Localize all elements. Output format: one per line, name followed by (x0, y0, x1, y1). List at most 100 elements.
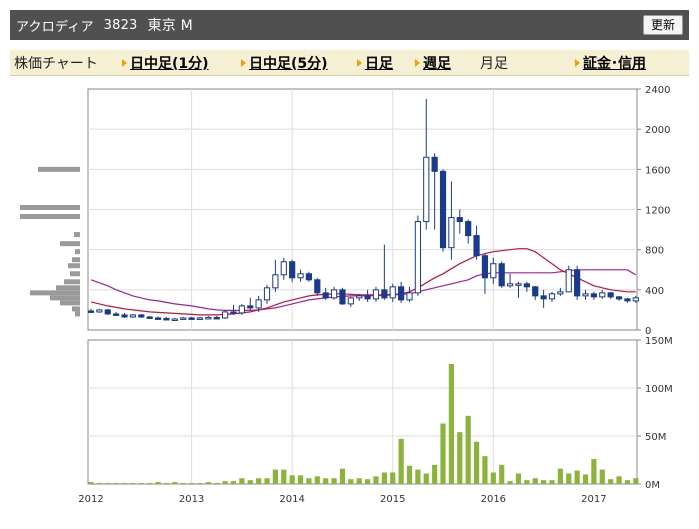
volume-bar (390, 472, 396, 484)
candle-body (532, 286, 539, 297)
volume-bar (432, 464, 438, 484)
candle-body (222, 311, 229, 319)
link-intraday-5min[interactable]: 日中足(5分) (249, 53, 328, 73)
candle-body (414, 221, 421, 294)
price-profile-bar (20, 204, 80, 210)
candle-body (347, 297, 354, 305)
volume-bar (415, 469, 421, 484)
volume-bar (557, 468, 563, 484)
link-margin-credit[interactable]: 証金･信用 (583, 53, 646, 73)
link-weekly[interactable]: 週足 (423, 53, 451, 73)
arrow-icon (415, 59, 420, 67)
candle-body (121, 314, 128, 318)
candle-body (372, 289, 380, 300)
volume-bar (348, 479, 354, 484)
volume-bar (440, 423, 446, 484)
volume-pane-frame (87, 339, 638, 485)
candle-body (473, 235, 480, 257)
candle-body (146, 316, 153, 319)
x-tick-label: 2017 (581, 494, 606, 505)
candle-body (180, 317, 187, 320)
link-daily[interactable]: 日足 (365, 53, 393, 73)
volume-bar (406, 465, 413, 484)
candle-body (481, 255, 489, 279)
volume-bar (188, 483, 195, 484)
volume-tick-label: 50M (645, 432, 666, 443)
candle-body (498, 263, 505, 287)
price-profile-bar (75, 249, 80, 255)
candle-body (272, 274, 279, 289)
volume-bar (155, 482, 161, 484)
volume-bar (256, 478, 262, 484)
stock-chart: 2012 2013 2014 2015 2016 2017 2400 2000 1600 1200… (20, 85, 673, 505)
volume-bar (423, 473, 429, 484)
volume-bar (633, 478, 639, 484)
volume-bar (314, 476, 320, 484)
price-profile-bar (68, 263, 80, 269)
title-bar: アクロディア 3823 東京 M 更新 (10, 10, 689, 40)
volume-bar (566, 473, 572, 484)
candle-body (322, 292, 329, 299)
price-profile-bar (50, 295, 80, 301)
volume-bar (247, 480, 253, 484)
volume-bar (214, 483, 220, 484)
volume-bar (599, 469, 605, 484)
volume-bar (465, 415, 471, 484)
volume-bar (163, 483, 170, 484)
volume-bar (515, 473, 522, 484)
volume-bar (356, 478, 362, 484)
volume-bar (147, 483, 153, 484)
candle-body (255, 299, 262, 309)
volume-tick-label: 0M (645, 480, 660, 491)
candle-body (389, 286, 396, 299)
volume-bar (364, 479, 371, 484)
volume-bar (339, 468, 346, 484)
candle-body (490, 263, 497, 279)
volume-bar (96, 483, 102, 484)
candle-body (599, 292, 606, 298)
refresh-button[interactable]: 更新 (642, 15, 683, 35)
candle-body (230, 311, 237, 314)
candle-body (624, 298, 631, 302)
candle-body (138, 314, 145, 318)
price-tick-label: 800 (645, 246, 664, 257)
candle-body (465, 221, 472, 237)
price-profile-bar (72, 257, 80, 263)
link-intraday-1min[interactable]: 日中足(1分) (130, 53, 209, 73)
volume-bar (113, 483, 119, 484)
volume-tick-label: 100M (645, 384, 673, 395)
candle-body (574, 269, 581, 297)
price-profile-bar (74, 232, 80, 238)
candle-body (632, 297, 639, 302)
price-profile-bar (60, 300, 80, 306)
stock-code: 3823 (103, 17, 138, 33)
candle-body (213, 316, 220, 320)
volume-bar (448, 364, 455, 484)
candle-body (188, 317, 195, 320)
price-profile-bar (64, 279, 80, 285)
volume-bar (457, 432, 463, 484)
candle-body (104, 309, 111, 315)
candle-body (96, 309, 103, 313)
x-tick-label: 2015 (380, 494, 405, 505)
volume-bar (381, 472, 387, 484)
candle-body (129, 314, 137, 318)
candle-body (406, 292, 413, 301)
company-name: アクロディア (16, 19, 94, 35)
candle-body (280, 261, 287, 276)
candle-body (398, 286, 405, 301)
volume-bar (264, 478, 270, 484)
x-tick-label: 2014 (279, 494, 304, 505)
volume-bar (138, 483, 144, 484)
candle-body (607, 292, 614, 298)
volume-bar (306, 478, 312, 484)
candle-body (582, 293, 589, 297)
price-tick-label: 400 (645, 286, 664, 297)
candle-body (87, 310, 95, 313)
candle-body (523, 283, 530, 288)
volume-bar (88, 482, 94, 484)
price-profile-bar (75, 311, 80, 317)
chart-area: 2012 2013 2014 2015 2016 2017 2400 2000 1600 1200… (0, 80, 699, 529)
arrow-icon (122, 59, 127, 67)
current-period-monthly: 月足 (480, 56, 508, 72)
